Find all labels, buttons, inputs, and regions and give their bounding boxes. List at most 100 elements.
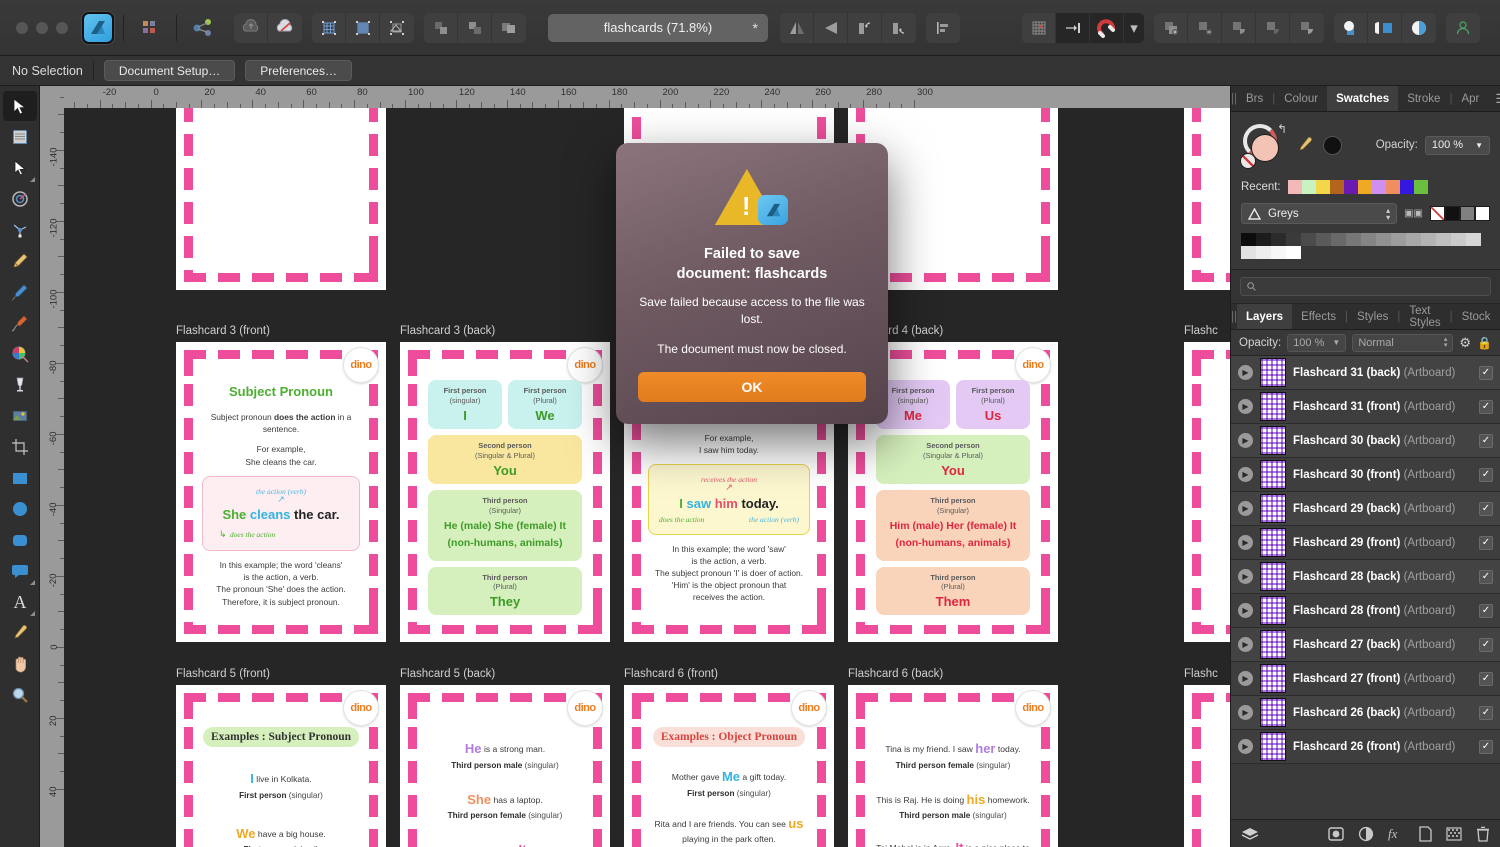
recent-swatches[interactable] <box>1287 180 1428 194</box>
swatch-grey[interactable] <box>1460 206 1475 221</box>
tab-text-styles[interactable]: Text Styles <box>1400 304 1449 329</box>
place-image-tool[interactable] <box>3 401 37 431</box>
expand-layer-icon[interactable]: ▶ <box>1238 603 1253 618</box>
layer-row[interactable]: ▶ Flashcard 27 (back) (Artboard) ✓ <box>1231 628 1500 662</box>
artboard-flashcard-3-front[interactable]: Flashcard 3 (front) dino Subject Pronoun <box>176 325 386 642</box>
palette-actions[interactable]: ▣▣ <box>1404 208 1423 219</box>
tab-stock[interactable]: Stock <box>1453 304 1500 329</box>
share-icon[interactable] <box>186 13 220 43</box>
grey-swatch[interactable] <box>1421 233 1436 246</box>
opacity-input[interactable]: 100 % ▼ <box>1424 135 1490 155</box>
layer-row[interactable]: ▶ Flashcard 26 (back) (Artboard) ✓ <box>1231 696 1500 730</box>
expand-layer-icon[interactable]: ▶ <box>1238 569 1253 584</box>
pen-tool[interactable] <box>3 246 37 276</box>
artboard-row1-d[interactable] <box>1184 108 1230 290</box>
add-cloud-icon[interactable] <box>234 12 268 43</box>
grey-swatch[interactable] <box>1406 233 1421 246</box>
pixel-grid-icon[interactable] <box>1022 12 1056 43</box>
recent-swatch[interactable] <box>1357 180 1372 194</box>
account-group[interactable] <box>1446 12 1480 43</box>
palette-select[interactable]: Greys ▴ ▾ <box>1241 203 1398 224</box>
new-palette-icon[interactable]: ▣▣ <box>1404 208 1423 219</box>
flip-vertical-icon[interactable] <box>814 12 848 43</box>
layers-tab-row[interactable]: || Layers Effects | Styles | Text Styles… <box>1231 304 1500 330</box>
grey-swatch[interactable] <box>1331 233 1346 246</box>
cloud-tools-group[interactable] <box>234 12 302 43</box>
tab-stroke[interactable]: Stroke <box>1398 86 1449 111</box>
layer-row[interactable]: ▶ Flashcard 29 (front) (Artboard) ✓ <box>1231 526 1500 560</box>
artboard-flashcard-5-back[interactable]: Flashcard 5 (back) dino He is a strong m… <box>400 668 610 847</box>
card-surface[interactable]: dino Examples : Object Pronoun Mother ga… <box>624 685 834 847</box>
layer-row[interactable]: ▶ Flashcard 30 (front) (Artboard) ✓ <box>1231 458 1500 492</box>
grey-swatch[interactable] <box>1241 233 1256 246</box>
lock-icon[interactable]: 🔒 <box>1477 336 1492 350</box>
grey-swatch[interactable] <box>1271 233 1286 246</box>
recent-swatch[interactable] <box>1315 180 1330 194</box>
flip-horizontal-icon[interactable] <box>780 12 814 43</box>
close-window-button[interactable] <box>16 21 28 34</box>
artboard-tool[interactable] <box>3 122 37 152</box>
layer-row[interactable]: ▶ Flashcard 29 (back) (Artboard) ✓ <box>1231 492 1500 526</box>
window-controls[interactable] <box>16 21 68 34</box>
boolean-group[interactable] <box>1154 12 1324 43</box>
layer-visibility-checkbox[interactable]: ✓ <box>1479 569 1493 584</box>
expand-layer-icon[interactable]: ▶ <box>1238 535 1253 550</box>
layer-visibility-checkbox[interactable]: ✓ <box>1479 467 1493 482</box>
stepper-arrows-icon[interactable]: ▴ ▾ <box>1386 206 1390 221</box>
recent-swatch[interactable] <box>1399 180 1414 194</box>
recent-swatch[interactable] <box>1329 180 1344 194</box>
layer-visibility-checkbox[interactable]: ✓ <box>1479 705 1493 720</box>
grey-swatch[interactable] <box>1256 233 1271 246</box>
boolean-subtract-icon[interactable] <box>1188 12 1222 43</box>
rotate-right-icon[interactable] <box>882 12 916 43</box>
affinity-designer-icon[interactable] <box>82 11 114 44</box>
layers-opacity-input[interactable]: 100 % ▼ <box>1287 333 1347 352</box>
swatch-black[interactable] <box>1445 206 1460 221</box>
rounded-rectangle-tool[interactable] <box>3 525 37 555</box>
paint-brush-tool[interactable] <box>3 308 37 338</box>
snapping-group[interactable]: ▾ <box>1022 12 1144 43</box>
layer-visibility-checkbox[interactable]: ✓ <box>1479 535 1493 550</box>
layer-visibility-checkbox[interactable]: ✓ <box>1479 739 1493 754</box>
layer-visibility-checkbox[interactable]: ✓ <box>1479 399 1493 414</box>
search-input[interactable] <box>1240 277 1491 296</box>
layer-row[interactable]: ▶ Flashcard 26 (front) (Artboard) ✓ <box>1231 730 1500 764</box>
layer-visibility-checkbox[interactable]: ✓ <box>1479 433 1493 448</box>
align-left-icon[interactable] <box>926 12 960 43</box>
layer-visibility-checkbox[interactable]: ✓ <box>1479 501 1493 516</box>
boolean-add-icon[interactable] <box>1154 12 1188 43</box>
swatch-none[interactable] <box>1430 206 1445 221</box>
shape-tool[interactable] <box>3 556 37 586</box>
document-setup-button[interactable]: Document Setup… <box>103 60 236 81</box>
expand-layer-icon[interactable]: ▶ <box>1238 433 1253 448</box>
rectangle-tool[interactable] <box>3 463 37 493</box>
swatches-tab-row[interactable]: || Brs | Colour Swatches Stroke | Apr ☰ <box>1231 86 1500 112</box>
recent-swatch[interactable] <box>1343 180 1358 194</box>
node-tool[interactable] <box>3 153 37 183</box>
card-surface[interactable]: dino Subject Pronoun Subject pronoun doe… <box>176 342 386 642</box>
grey-swatch[interactable] <box>1346 233 1361 246</box>
recent-swatch[interactable] <box>1385 180 1400 194</box>
recent-swatch[interactable] <box>1371 180 1386 194</box>
studio-presets-icon[interactable] <box>133 13 167 43</box>
account-icon[interactable] <box>1446 12 1480 43</box>
corner-tool[interactable] <box>3 184 37 214</box>
snap-to-icon[interactable] <box>1056 12 1090 43</box>
boolean-intersect-icon[interactable] <box>1222 12 1256 43</box>
artboard-flashcard-3-back[interactable]: Flashcard 3 (back) dino First person (si <box>400 325 610 642</box>
grid-tools-group[interactable] <box>312 12 414 43</box>
effects-icon[interactable]: fx <box>1388 826 1397 842</box>
expand-layer-icon[interactable]: ▶ <box>1238 671 1253 686</box>
ellipse-tool[interactable] <box>3 494 37 524</box>
expand-layer-icon[interactable]: ▶ <box>1238 637 1253 652</box>
artboard-flashcard-2-back[interactable] <box>176 108 386 290</box>
artboard-flashcard-6-front[interactable]: Flashcard 6 (front) dino Examples : Obje… <box>624 668 834 847</box>
grey-swatch[interactable] <box>1256 246 1271 259</box>
fill-tool[interactable] <box>3 370 37 400</box>
grey-swatch[interactable] <box>1241 246 1256 259</box>
grid-settings-icon[interactable] <box>346 12 380 43</box>
layers-list[interactable]: ▶ Flashcard 31 (back) (Artboard) ✓ ▶ Flashca… <box>1231 356 1500 819</box>
document-title[interactable]: flashcards (71.8%) * <box>548 13 768 42</box>
fill-colour-swatch[interactable] <box>1252 135 1278 161</box>
card-surface[interactable] <box>1184 685 1230 847</box>
